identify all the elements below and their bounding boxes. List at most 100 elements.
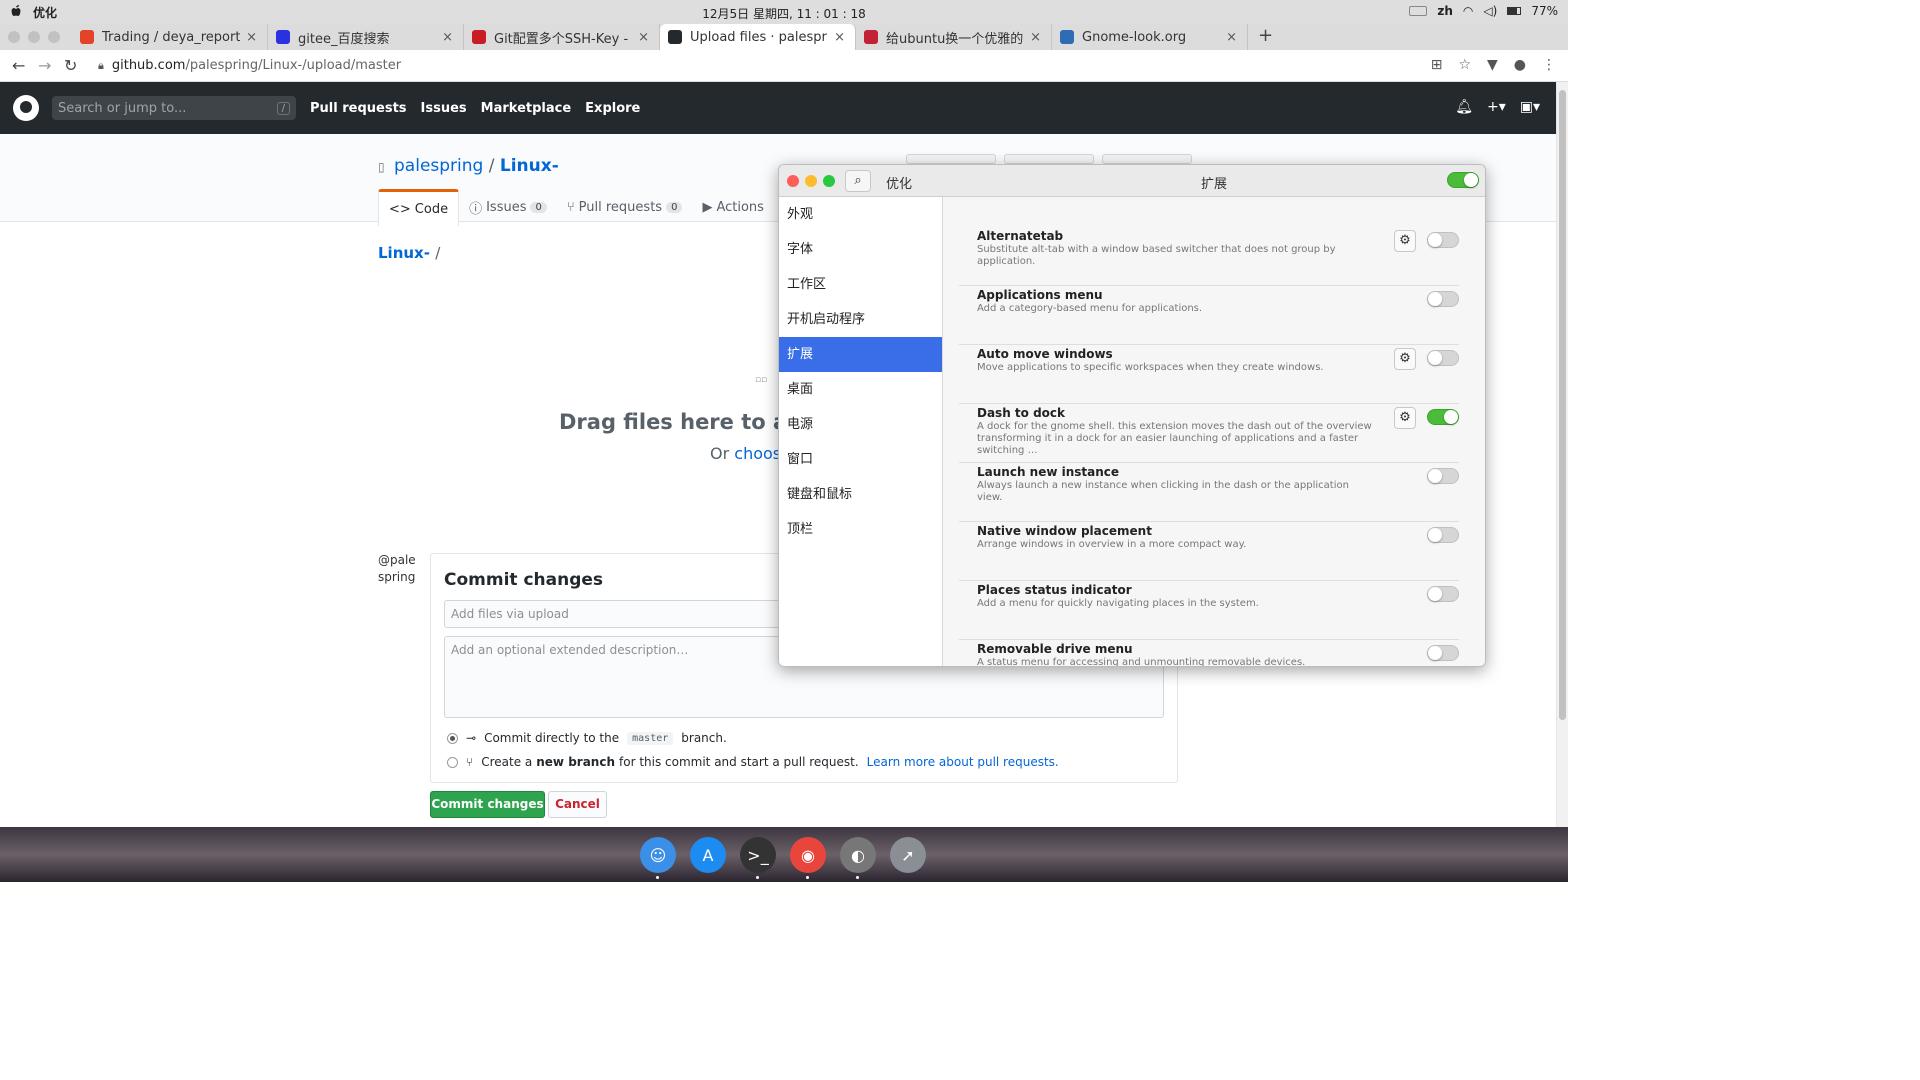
extension-toggle[interactable] [1427,232,1459,248]
watch-button[interactable] [906,154,996,164]
new-branch-radio[interactable] [447,756,458,768]
github-search-input[interactable]: Search or jump to... / [52,96,296,120]
close-tab-icon[interactable]: × [638,30,649,45]
github-nav-link[interactable]: Issues [421,101,467,116]
repo-tab[interactable]: <> Code [378,189,460,226]
bookmark-star-icon[interactable]: ☆ [1458,57,1471,73]
star-button[interactable] [1004,154,1094,164]
lock-icon[interactable]: 🔒︎ [98,59,104,73]
close-tab-icon[interactable]: × [834,30,845,45]
breadcrumb-repo-link[interactable]: Linux- [378,244,430,262]
repo-tab[interactable]: ⓘ Issues 0 [459,189,557,226]
close-window-icon[interactable] [8,31,20,43]
create-new-plus-icon[interactable]: +▾ [1487,99,1506,115]
extension-toggle[interactable] [1427,409,1459,425]
search-shortcut-key: / [276,101,290,115]
settings-gear-icon[interactable]: ⚙ [1394,230,1416,252]
close-tab-icon[interactable]: × [1030,30,1041,45]
cancel-button[interactable]: Cancel [548,791,607,818]
maximize-window-icon[interactable] [48,31,60,43]
settings-gear-icon[interactable]: ⚙ [1394,348,1416,370]
back-arrow-icon[interactable]: ← [12,56,26,75]
repo-name-link[interactable]: Linux- [500,156,559,176]
new-tab-button[interactable]: + [1258,25,1273,46]
scrollbar-thumb[interactable] [1559,90,1566,720]
learn-more-pr-link[interactable]: Learn more about pull requests. [867,755,1059,769]
tweaks-maximize-icon[interactable] [823,175,835,187]
keyboard-icon[interactable] [1409,6,1428,16]
extension-toggle[interactable] [1427,350,1459,366]
browser-tab[interactable]: Gnome-look.org × [1052,24,1248,50]
commit-changes-button[interactable]: Commit changes [430,791,545,818]
user-avatar-menu[interactable]: ▣▾ [1520,99,1540,115]
github-nav-link[interactable]: Marketplace [481,101,572,116]
tweaks-icon[interactable]: ◐ [840,837,876,879]
browser-menu-icon[interactable]: ⋮ [1542,57,1556,73]
tweaks-minimize-icon[interactable] [805,175,817,187]
finder-icon[interactable]: ☺ [640,837,676,879]
repo-tab[interactable]: ⑂ Pull requests 0 [557,189,693,226]
tweaks-sidebar-item[interactable]: 桌面 [779,372,942,407]
battery-percent: 77% [1531,4,1558,18]
tweaks-sidebar-item[interactable]: 开机启动程序 [779,302,942,337]
github-nav-link[interactable]: Pull requests [310,101,407,116]
battery-icon[interactable] [1507,7,1522,15]
extension-row: Native window placement Arrange windows i… [959,522,1459,581]
browser-tab[interactable]: 给ubuntu换一个优雅的界 × [856,24,1052,50]
chrome-icon[interactable]: ◉ [790,837,826,879]
commit-direct-option[interactable]: ⊸ Commit directly to the master branch. [447,731,727,745]
system-clock[interactable]: 12月5日 星期四, 11 : 01 : 18 [0,5,1568,22]
extension-toggle[interactable] [1427,527,1459,543]
commit-direct-label: Commit directly to the [484,731,620,745]
tweaks-sidebar-item[interactable]: 扩展 [779,337,942,372]
tweaks-sidebar-item[interactable]: 工作区 [779,267,942,302]
tweaks-sidebar-item[interactable]: 字体 [779,232,942,267]
notifications-bell-icon[interactable]: 🔔︎ [1455,99,1473,115]
tweaks-close-icon[interactable] [787,175,799,187]
app-store-icon[interactable]: A [690,837,726,873]
url-field[interactable]: github.com/palespring/Linux-/upload/mast… [112,58,401,73]
extension-toggle[interactable] [1427,586,1459,602]
browser-tab[interactable]: gitee_百度搜索 × [268,24,464,50]
fork-button[interactable] [1102,154,1192,164]
input-language[interactable]: zh [1437,4,1453,18]
translate-icon[interactable]: ⊞ [1431,57,1443,73]
extension-name: Places status indicator [977,583,1132,597]
browser-tab[interactable]: Trading / deya_report_ui × [72,24,268,50]
github-logo-icon[interactable] [13,95,39,121]
extensions-master-switch[interactable] [1447,172,1479,188]
tweaks-search-button[interactable]: ⌕ [845,170,871,192]
reload-icon[interactable]: ↻ [64,56,78,75]
close-tab-icon[interactable]: × [246,30,257,45]
commit-direct-radio[interactable] [447,732,458,744]
extension-toggle[interactable] [1427,645,1459,661]
new-branch-option[interactable]: ⑂ Create a new branch for this commit an… [447,755,1059,769]
page-scrollbar[interactable] [1556,82,1568,827]
extension-toggle[interactable] [1427,468,1459,484]
terminal-icon[interactable]: >_ [740,837,776,879]
forward-arrow-icon[interactable]: → [38,56,52,75]
repo-owner-link[interactable]: palespring [394,156,483,176]
minimize-window-icon[interactable] [28,31,40,43]
tweaks-sidebar-item[interactable]: 外观 [779,197,942,232]
tweaks-sidebar-item[interactable]: 顶栏 [779,512,942,547]
repo-tab[interactable]: ▶ Actions [692,189,774,226]
tweaks-sidebar-item[interactable]: 电源 [779,407,942,442]
tweaks-sidebar-item[interactable]: 窗口 [779,442,942,477]
tweaks-header-bar: ⌕ 优化 扩展 [779,165,1485,197]
extension-toggle[interactable] [1427,291,1459,307]
browser-tab[interactable]: Upload files · palespring/L × [660,24,856,50]
github-nav-link[interactable]: Explore [585,101,640,116]
launchpad-icon[interactable]: ➚ [890,837,926,873]
profile-icon[interactable]: ● [1514,57,1526,73]
wifi-icon[interactable]: ◠ [1463,4,1473,18]
extension-row: Launch new instance Always launch a new i… [959,463,1459,522]
tweaks-sidebar-item[interactable]: 键盘和鼠标 [779,477,942,512]
close-tab-icon[interactable]: × [1226,30,1237,45]
extension-icon[interactable]: ▼ [1487,57,1498,73]
settings-gear-icon[interactable]: ⚙ [1394,407,1416,429]
extension-row: Auto move windows Move applications to sp… [959,345,1459,404]
browser-tab[interactable]: Git配置多个SSH-Key - 码云 × [464,24,660,50]
close-tab-icon[interactable]: × [442,30,453,45]
volume-icon[interactable]: ◁) [1483,4,1497,18]
